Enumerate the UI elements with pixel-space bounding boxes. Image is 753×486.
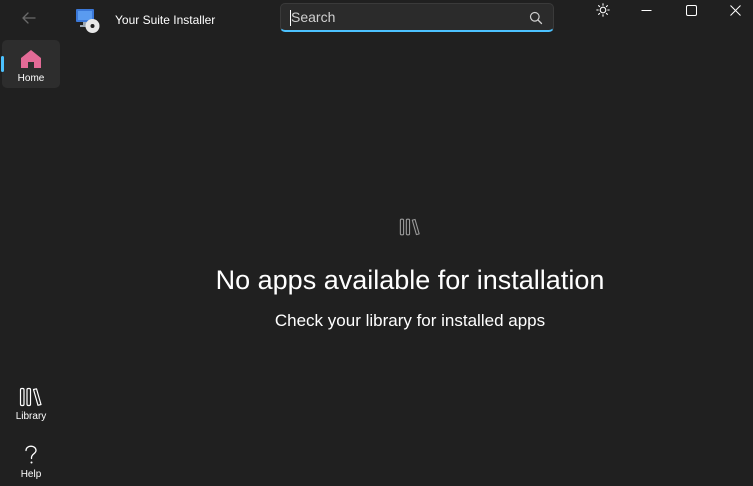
selection-indicator — [1, 56, 4, 72]
empty-state-title: No apps available for installation — [215, 265, 605, 295]
app-window: Your Suite Installer Search Home Library… — [0, 0, 753, 486]
sidebar-item-label: Home — [17, 73, 45, 84]
search-box[interactable] — [280, 3, 554, 32]
back-button[interactable] — [14, 6, 44, 30]
sidebar-item-label: Library — [15, 411, 47, 422]
maximize-icon — [685, 4, 697, 16]
minimize-button[interactable] — [624, 0, 668, 20]
library-icon — [399, 218, 420, 236]
minimize-icon — [641, 9, 651, 11]
text-caret — [290, 10, 291, 26]
sidebar-item-help[interactable]: Help — [2, 436, 60, 484]
library-icon — [19, 387, 42, 407]
title-bar: Your Suite Installer — [0, 0, 753, 36]
question-icon — [25, 445, 37, 464]
brightness-icon — [596, 3, 610, 17]
search-input[interactable] — [289, 4, 521, 30]
maximize-button[interactable] — [669, 0, 713, 20]
close-button[interactable] — [713, 0, 753, 20]
sidebar-item-library[interactable]: Library — [2, 378, 60, 426]
empty-state-subtitle: Check your library for installed apps — [274, 311, 546, 330]
sidebar-item-label: Help — [20, 469, 42, 480]
back-arrow-icon — [22, 12, 36, 24]
close-icon — [729, 4, 741, 16]
app-logo-icon — [76, 9, 100, 33]
search-icon[interactable] — [529, 11, 543, 25]
home-icon — [21, 50, 41, 68]
app-title: Your Suite Installer — [115, 13, 216, 27]
theme-toggle-button[interactable] — [581, 0, 625, 20]
sidebar-item-home[interactable]: Home — [1, 40, 60, 88]
sidebar-nav: Home Library Help — [0, 36, 64, 486]
